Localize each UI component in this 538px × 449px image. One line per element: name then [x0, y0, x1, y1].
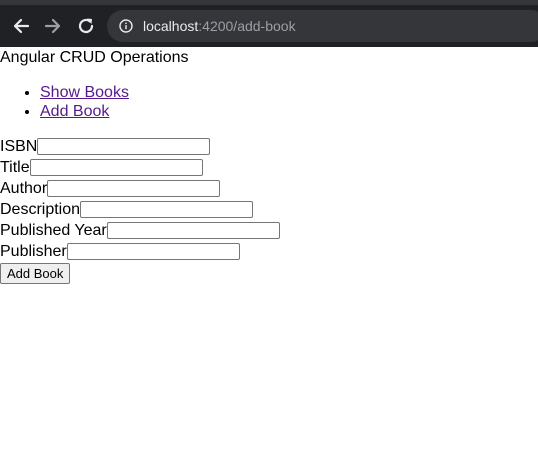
author-label: Author [0, 179, 48, 197]
info-icon [119, 19, 133, 33]
add-book-form: ISBN Title Author Description Published … [0, 136, 280, 284]
title-input[interactable] [29, 159, 203, 176]
app-title: Angular CRUD Operations [0, 49, 189, 66]
author-input[interactable] [47, 180, 221, 197]
title-label: Title [0, 158, 30, 176]
publisher-row: Publisher [0, 241, 280, 262]
back-button[interactable] [10, 15, 32, 37]
forward-button[interactable] [42, 15, 64, 37]
url-text: localhost:4200/add-book [143, 18, 296, 34]
publisher-label: Publisher [0, 242, 67, 260]
description-input[interactable] [80, 201, 254, 218]
author-row: Author [0, 178, 280, 199]
published-year-row: Published Year [0, 220, 280, 241]
reload-button[interactable] [75, 15, 97, 37]
nav-item-add-book: Add Book [40, 102, 129, 121]
add-book-button[interactable]: Add Book [0, 263, 71, 284]
address-bar[interactable]: localhost:4200/add-book [107, 10, 538, 42]
add-book-link[interactable]: Add Book [40, 103, 109, 120]
publisher-input[interactable] [66, 243, 240, 260]
published-year-label: Published Year [0, 221, 107, 239]
description-row: Description [0, 199, 280, 220]
reload-icon [78, 18, 94, 34]
isbn-label: ISBN [0, 137, 38, 155]
description-label: Description [0, 200, 81, 218]
arrow-right-icon [44, 18, 61, 34]
isbn-row: ISBN [0, 136, 280, 157]
show-books-link[interactable]: Show Books [40, 84, 129, 101]
published-year-input[interactable] [106, 222, 280, 239]
nav-list: Show Books Add Book [0, 83, 129, 121]
title-row: Title [0, 157, 280, 178]
browser-toolbar: localhost:4200/add-book [0, 0, 538, 47]
url-path: :4200/add-book [198, 18, 296, 34]
arrow-left-icon [13, 18, 30, 34]
url-host: localhost [143, 18, 199, 34]
isbn-input[interactable] [37, 138, 211, 155]
nav-item-show-books: Show Books [40, 83, 129, 102]
